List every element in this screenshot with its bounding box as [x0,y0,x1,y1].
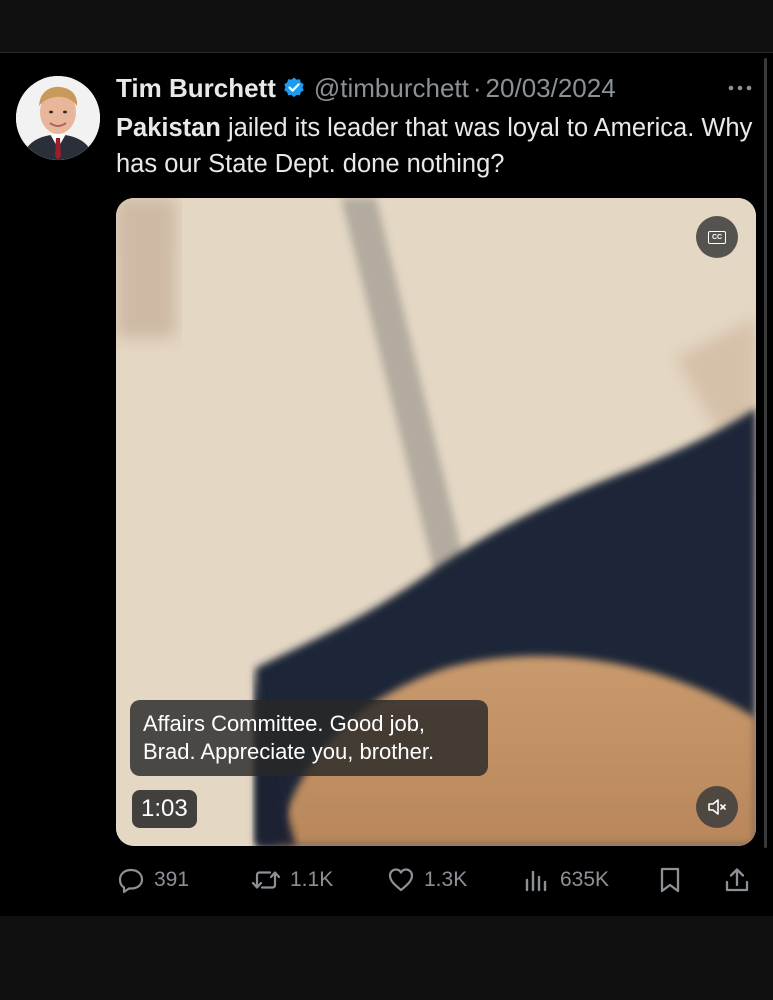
avatar[interactable] [16,76,100,160]
separator-dot: · [472,72,482,103]
caption-line: Brad. Appreciate you, brother. [143,739,435,764]
more-icon[interactable] [726,78,754,98]
bookmark-button[interactable] [656,860,692,900]
repost-count: 1.1K [290,868,334,891]
reply-count: 391 [154,868,190,891]
tweet-text: Pakistan jailed its leader that was loya… [116,110,756,182]
video-caption: Affairs Committee. Good job, Brad. Appre… [130,700,488,776]
views-button[interactable]: 635K [522,860,609,900]
video-player[interactable]: CC Affairs Committee. Good job, Brad. Ap… [116,198,756,846]
repost-icon [251,871,281,889]
like-icon [388,868,414,892]
reply-button[interactable]: 391 [116,860,189,900]
divider [0,52,773,53]
cc-icon: CC [708,230,726,244]
scrollbar[interactable] [764,58,767,848]
author-handle[interactable]: @timburchett [314,73,469,104]
caption-line: Affairs Committee. Good job, [143,711,426,736]
bottom-area [0,916,773,1000]
author-name[interactable]: Tim Burchett [116,73,276,104]
action-bar: 391 1.1K 1.3K 635K [116,860,756,900]
verified-badge-icon [282,76,306,100]
tweet-date[interactable]: 20/03/2024 [486,73,616,104]
views-icon [525,870,547,892]
reply-icon [118,868,144,894]
tweet-text-bold: Pakistan [116,114,221,142]
captions-button[interactable]: CC [696,216,738,258]
mute-button[interactable] [696,786,738,828]
share-button[interactable] [722,860,760,900]
tweet-header: Tim Burchett @timburchett · 20/03/2024 [116,70,616,106]
bookmark-icon [660,867,680,893]
like-count: 1.3K [424,868,468,891]
views-count: 635K [560,868,610,891]
repost-button[interactable]: 1.1K [250,860,333,900]
share-icon [725,868,749,892]
video-time: 1:03 [132,790,197,828]
status-area [0,0,773,52]
mute-icon [708,799,726,815]
like-button[interactable]: 1.3K [386,860,467,900]
